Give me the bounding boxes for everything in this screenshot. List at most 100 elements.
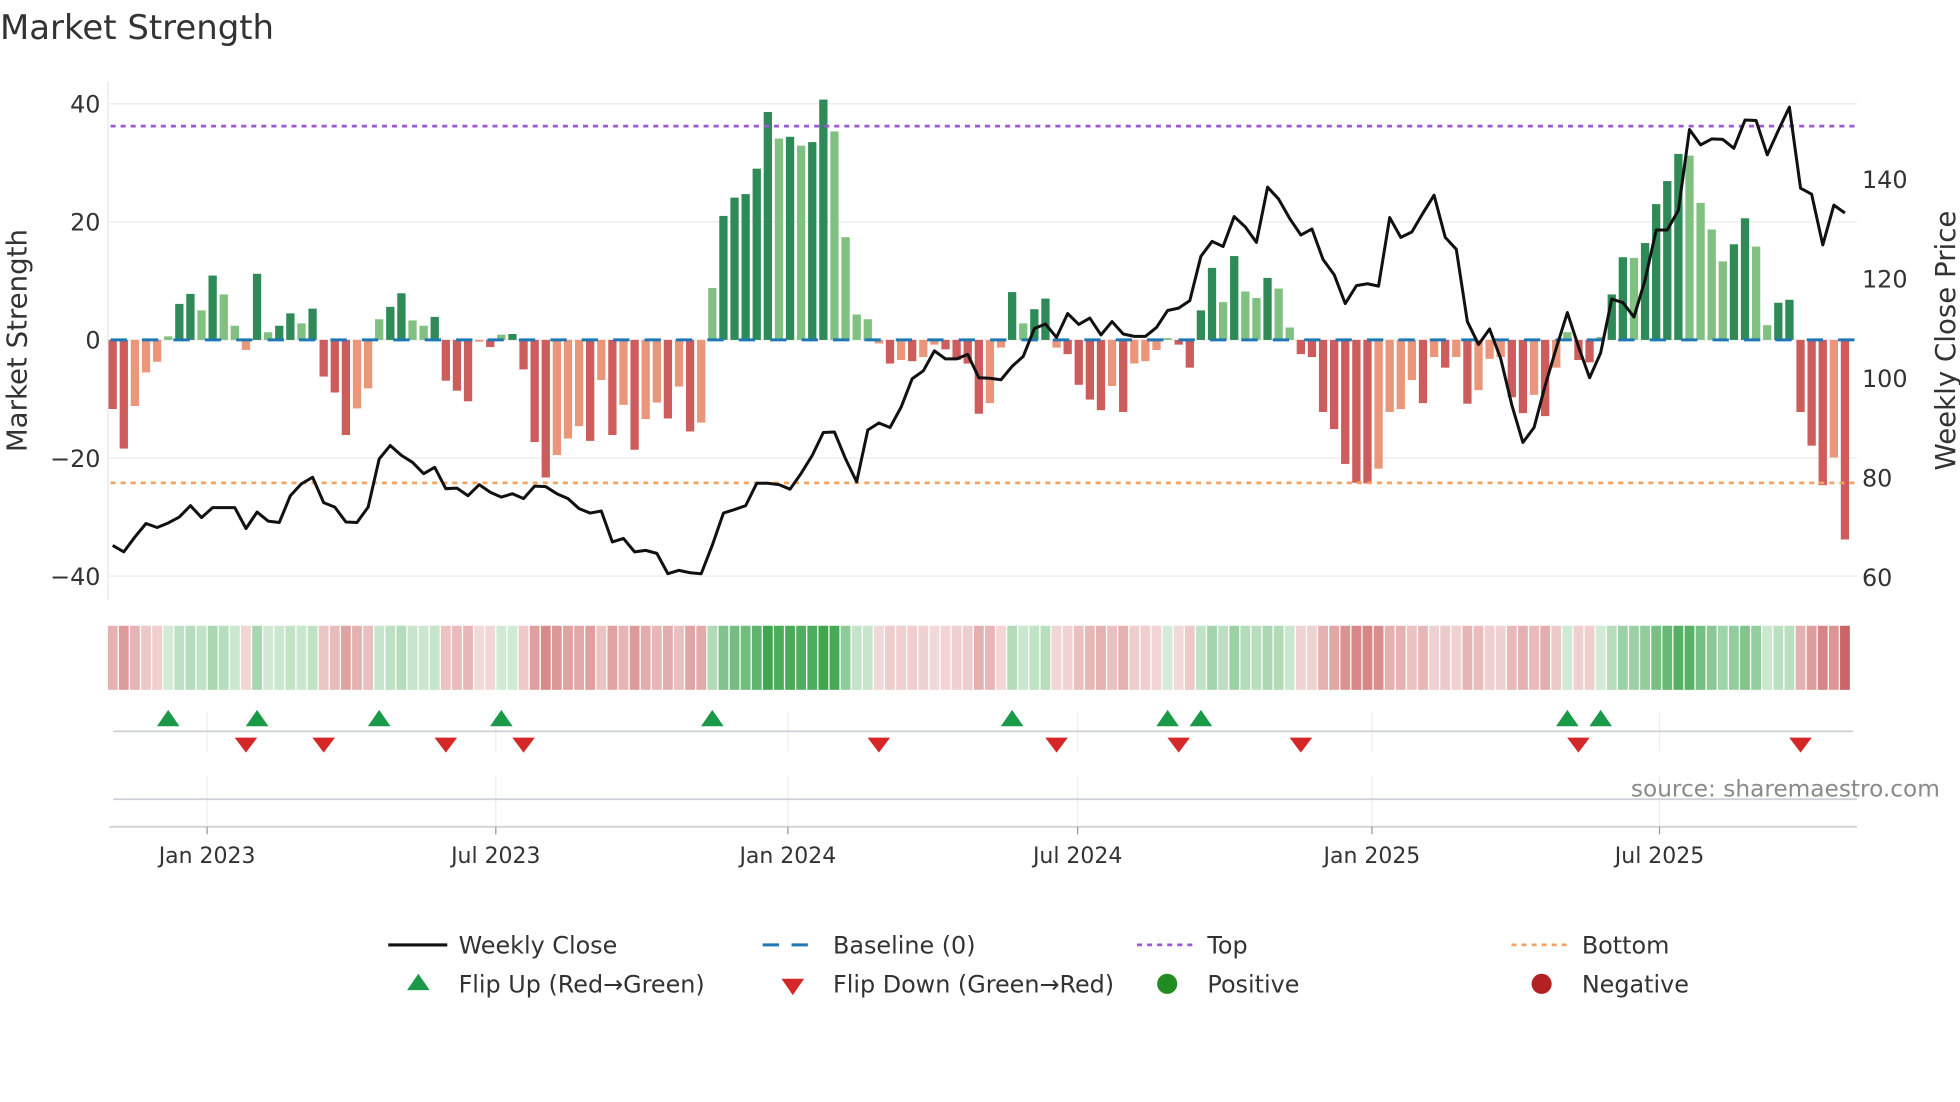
strip-cell: [973, 625, 984, 690]
strip-cell: [1273, 625, 1284, 690]
strength-bar: [919, 339, 928, 358]
strength-bar: [1230, 256, 1239, 340]
strength-bar: [697, 339, 706, 423]
strength-bar: [541, 339, 550, 478]
strip-cell: [818, 625, 829, 690]
strength-bar: [1119, 339, 1128, 412]
strip-cell: [585, 625, 596, 690]
strip-cell: [1173, 625, 1184, 690]
strip-cell: [1406, 625, 1417, 690]
strength-bar: [1829, 339, 1838, 458]
strip-cell: [218, 625, 229, 690]
strip-cell: [1196, 625, 1206, 690]
strength-bar: [574, 339, 584, 427]
legend: Weekly Close Baseline (0) Top Bottom Fli…: [388, 932, 1689, 999]
strip-cell: [885, 625, 895, 690]
strength-bar: [830, 131, 839, 340]
strip-cell: [1329, 625, 1340, 690]
strip-cell: [1007, 625, 1018, 690]
strength-bar: [119, 339, 128, 449]
strip-cell: [663, 625, 673, 690]
strip-cell: [1717, 625, 1728, 690]
strength-bar: [152, 339, 162, 362]
strength-bar: [519, 339, 528, 370]
strength-bar: [586, 339, 595, 441]
strip-cell: [696, 625, 707, 690]
strip-cell: [985, 625, 995, 690]
strip-cell: [1029, 625, 1040, 690]
flip-down-marker: [1789, 737, 1812, 753]
strength-bar: [885, 339, 895, 364]
flip-up-marker: [1000, 709, 1024, 727]
strength-bar: [1696, 202, 1705, 340]
y2-tick-label: 120: [1862, 266, 1908, 294]
strip-cell: [1518, 625, 1528, 690]
flip-down-marker: [234, 737, 258, 753]
legend-label: Positive: [1207, 971, 1299, 999]
strip-cell: [1784, 625, 1795, 690]
strip-cell: [263, 625, 274, 690]
strip-cell: [1662, 625, 1673, 690]
strength-bar: [1341, 339, 1350, 464]
strength-bar: [308, 308, 317, 340]
strength-bar: [452, 339, 462, 391]
legend-item-bottom[interactable]: Bottom: [1511, 932, 1669, 960]
strip-cell: [1073, 625, 1084, 690]
strip-cell: [1629, 625, 1639, 690]
strip-cell: [685, 625, 696, 690]
strip-cell: [862, 625, 873, 690]
strip-cell: [1729, 625, 1739, 690]
strength-bar: [774, 138, 784, 340]
x-tick-label: Jan 2025: [1322, 844, 1421, 869]
strip-cell: [1184, 625, 1195, 690]
strip-cell: [1207, 625, 1217, 690]
strip-cell: [1828, 625, 1839, 690]
strip-cell: [1151, 625, 1162, 690]
strength-bar: [297, 323, 306, 340]
strength-bar: [1141, 339, 1150, 362]
strip-cell: [1129, 625, 1140, 690]
legend-item-baseline[interactable]: Baseline (0): [762, 932, 976, 960]
strip-cell: [296, 625, 307, 690]
strip-cell: [607, 625, 618, 690]
strip-cell: [174, 625, 185, 690]
strip-cell: [1806, 625, 1817, 690]
strength-heat-strip: [107, 625, 1850, 690]
strip-cell: [385, 625, 396, 690]
strip-cell: [785, 625, 795, 690]
strip-cell: [1617, 625, 1628, 690]
legend-item-positive[interactable]: Positive: [1157, 971, 1299, 999]
strength-bar: [1418, 339, 1428, 404]
flip-down-marker: [867, 737, 891, 753]
flip-down-marker: [512, 737, 535, 753]
strip-cell: [1107, 625, 1117, 690]
x-tick-label: Jul 2023: [449, 844, 540, 869]
strength-bar: [108, 339, 117, 410]
strip-cell: [829, 625, 840, 690]
strip-cell: [807, 625, 818, 690]
strength-bar: [1163, 338, 1172, 340]
strip-cell: [1551, 625, 1562, 690]
strength-bar: [619, 339, 628, 405]
legend-item-weekly-close[interactable]: Weekly Close: [388, 932, 617, 960]
legend-item-negative[interactable]: Negative: [1531, 971, 1689, 999]
strength-bar: [708, 287, 717, 340]
strip-cell: [1740, 625, 1750, 690]
strip-cell: [729, 625, 740, 690]
x-tick-label: Jul 2025: [1613, 844, 1704, 869]
legend-item-flip-up[interactable]: Flip Up (Red→Green): [407, 971, 705, 999]
strength-bar: [1352, 339, 1361, 483]
strength-bar: [1252, 297, 1261, 340]
strip-cell: [185, 625, 196, 690]
strength-bar: [1007, 292, 1017, 340]
legend-item-top[interactable]: Top: [1137, 932, 1248, 960]
strip-cell: [1440, 625, 1451, 690]
strength-bar: [1463, 339, 1472, 404]
legend-item-flip-down[interactable]: Flip Down (Green→Red): [781, 971, 1114, 999]
strip-cell: [141, 625, 151, 690]
y-tick-label: 20: [70, 209, 100, 237]
strength-bar: [1396, 339, 1405, 410]
strip-cell: [1096, 625, 1106, 690]
strip-cell: [1162, 625, 1173, 690]
strip-cell: [951, 625, 962, 690]
